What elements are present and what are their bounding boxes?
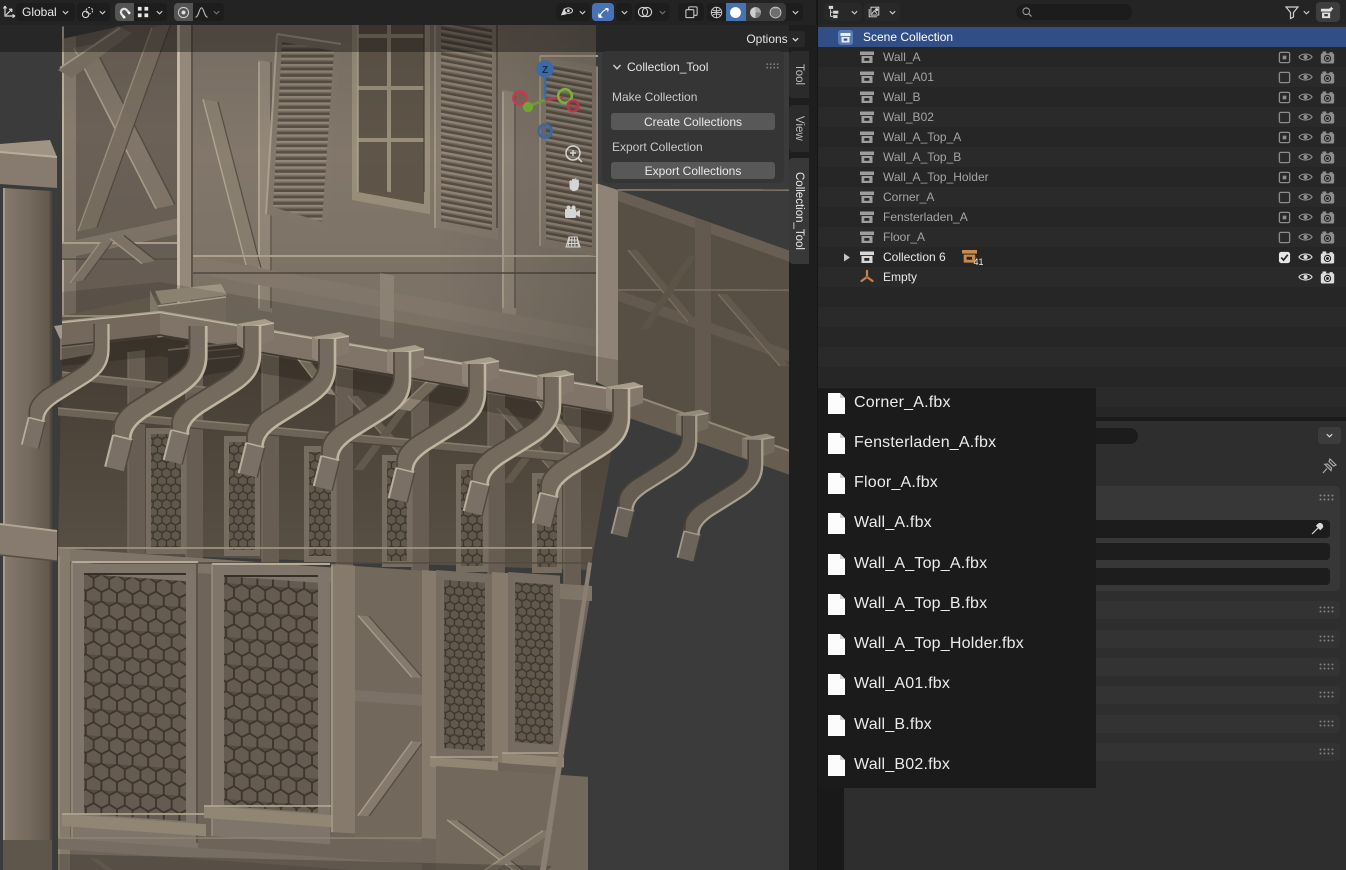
svg-text:Z: Z [542,65,548,76]
svg-text:41: 41 [973,257,983,266]
